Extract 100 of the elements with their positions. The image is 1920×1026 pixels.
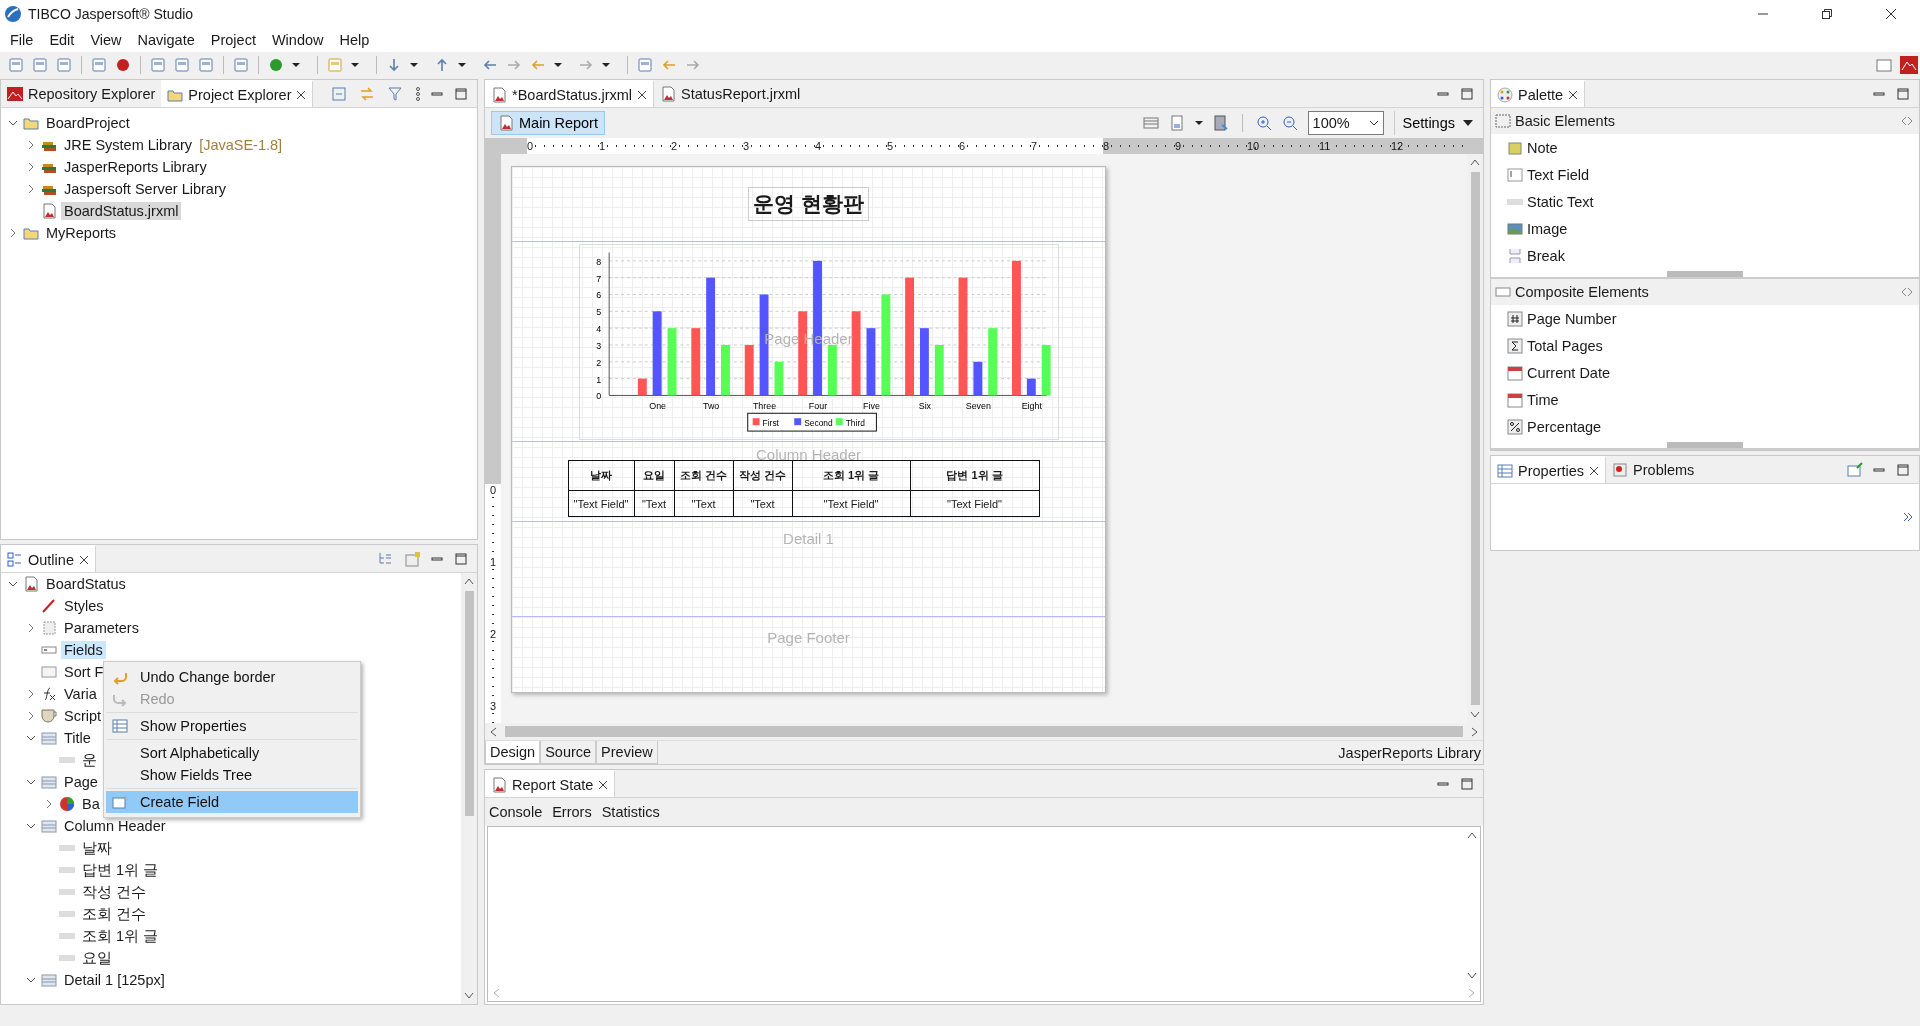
tree-item[interactable]: Parameters	[61, 619, 142, 637]
palette-item[interactable]: Break	[1527, 247, 1565, 264]
editor-mode-tab[interactable]: Source	[540, 741, 597, 764]
tree-item[interactable]: 요일	[79, 947, 115, 969]
palette-item[interactable]: Note	[1527, 139, 1558, 156]
palette-item[interactable]: Static Text	[1527, 193, 1594, 210]
menu-item[interactable]: Navigate	[129, 32, 203, 48]
tree-item[interactable]: BoardStatus.jrxml	[61, 202, 182, 220]
scrollbar[interactable]	[485, 723, 1483, 740]
tree-item[interactable]: Detail 1 [125px]	[61, 971, 168, 989]
scroll-up-icon[interactable]	[464, 577, 474, 585]
scroll-left-icon[interactable]	[489, 726, 497, 737]
tree-item[interactable]: Script	[61, 707, 105, 725]
tree-item[interactable]: Fields	[61, 641, 106, 659]
view-tab[interactable]: Palette	[1491, 80, 1586, 107]
palette-item[interactable]: Current Date	[1527, 364, 1610, 381]
tree-item[interactable]: Page	[61, 773, 101, 791]
zoom-in-icon[interactable]	[1255, 115, 1272, 131]
palette-item[interactable]: Percentage	[1527, 418, 1602, 435]
scroll-down-icon[interactable]	[464, 992, 474, 1000]
tree-item[interactable]: BoardProject	[43, 114, 133, 132]
close-icon[interactable]	[1568, 89, 1579, 100]
palette-item[interactable]: Image	[1527, 220, 1568, 237]
zoom-select[interactable]: 100%	[1307, 111, 1384, 135]
caret-icon[interactable]	[1463, 120, 1473, 126]
view-tab[interactable]: Properties	[1491, 456, 1607, 483]
menu-item[interactable]: Show Fields Tree	[106, 764, 358, 786]
close-icon[interactable]	[1589, 465, 1600, 476]
restore-icon[interactable]	[1822, 9, 1832, 19]
jaspersoft-logo-icon[interactable]	[1900, 56, 1918, 74]
collapse-arrows-icon[interactable]	[1901, 115, 1913, 127]
scrollbar[interactable]	[461, 573, 477, 1004]
tree-item[interactable]: JasperReports Library	[61, 158, 210, 176]
maximize-icon[interactable]	[455, 87, 467, 100]
tree-item[interactable]: MyReports	[43, 224, 120, 242]
zoom-out-icon[interactable]	[1281, 115, 1298, 131]
menu-item[interactable]: Project	[202, 32, 264, 48]
editor-mode-tab[interactable]: Preview	[596, 741, 658, 764]
palette-item[interactable]: Time	[1527, 391, 1559, 408]
view-tab[interactable]: Problems	[1606, 456, 1701, 483]
tree-item[interactable]: JRE System Library	[61, 136, 196, 154]
tree-item[interactable]: 답변 1위 글	[79, 859, 162, 881]
view-tab[interactable]: Repository Explorer	[1, 80, 162, 107]
collapse-arrows-icon[interactable]	[1901, 286, 1913, 298]
menu-item[interactable]: Create Field	[106, 791, 358, 813]
down-arrow-icon[interactable]	[386, 57, 402, 73]
scroll-down-icon[interactable]	[1467, 972, 1477, 980]
maximize-icon[interactable]	[1461, 777, 1473, 790]
maximize-icon[interactable]	[1461, 87, 1473, 100]
band-icon[interactable]	[1142, 115, 1159, 131]
tree-item[interactable]: Sort F	[61, 663, 107, 681]
close-icon[interactable]	[637, 89, 648, 100]
menu-item[interactable]: Undo Change border	[106, 666, 358, 688]
tree-item[interactable]: 조회 1위 글	[79, 925, 162, 947]
scroll-up-icon[interactable]	[1470, 158, 1480, 166]
palette-item[interactable]: Total Pages	[1527, 337, 1603, 354]
view-tab[interactable]: Outline	[1, 545, 96, 572]
menu-item[interactable]: File	[2, 32, 42, 48]
bug-icon[interactable]	[115, 57, 131, 73]
tree-item[interactable]: Title	[61, 729, 94, 747]
tree-item[interactable]: Varia	[61, 685, 100, 703]
maximize-icon[interactable]	[1897, 87, 1909, 100]
tree-item[interactable]: Column Header	[61, 817, 169, 835]
menu-item[interactable]: Help	[331, 32, 378, 48]
export-icon[interactable]	[1212, 115, 1229, 131]
tree-item[interactable]: Jaspersoft Server Library	[61, 180, 229, 198]
tree-item[interactable]: 운	[79, 749, 100, 771]
double-chevron-icon[interactable]	[1903, 512, 1913, 522]
maximize-icon[interactable]	[1897, 463, 1909, 476]
menu-item[interactable]: Window	[263, 32, 332, 48]
tree-item[interactable]: 조회 건수	[79, 903, 150, 925]
sub-tab[interactable]: Errors	[552, 804, 592, 820]
settings-button[interactable]: Settings	[1393, 111, 1477, 135]
editor-tab[interactable]: StatusReport.jrxml	[654, 80, 807, 107]
editor-mode-tab[interactable]: Design	[485, 741, 541, 764]
menu-item[interactable]: View	[82, 32, 130, 48]
close-icon[interactable]	[296, 89, 307, 100]
run-icon[interactable]	[268, 57, 284, 73]
tree-item[interactable]: 날짜	[79, 837, 115, 859]
menu-item[interactable]: Sort Alphabetically	[106, 742, 358, 764]
scroll-right-icon[interactable]	[1471, 726, 1479, 737]
chevron-down-icon[interactable]	[1368, 120, 1379, 126]
tree-item[interactable]: 작성 건수	[79, 881, 150, 903]
pin-icon[interactable]	[1847, 461, 1863, 478]
maximize-icon[interactable]	[455, 552, 467, 565]
palette-item[interactable]: Page Number	[1527, 310, 1617, 327]
view-tab[interactable]: Report State	[485, 770, 616, 797]
scroll-up-icon[interactable]	[1467, 831, 1477, 839]
tree-item[interactable]: BoardStatus	[43, 575, 129, 593]
sub-tab[interactable]: Console	[489, 804, 543, 820]
sub-tab[interactable]: Statistics	[601, 804, 660, 820]
more-icon[interactable]	[415, 85, 421, 102]
tree-item[interactable]: Ba	[79, 795, 103, 813]
close-icon[interactable]	[1886, 9, 1896, 19]
scroll-down-icon[interactable]	[1470, 711, 1480, 719]
tree-item[interactable]: Styles	[61, 597, 107, 615]
menu-item[interactable]: Edit	[41, 32, 83, 48]
filter-icon[interactable]	[387, 85, 403, 102]
close-icon[interactable]	[598, 779, 609, 790]
close-icon[interactable]	[78, 554, 89, 565]
